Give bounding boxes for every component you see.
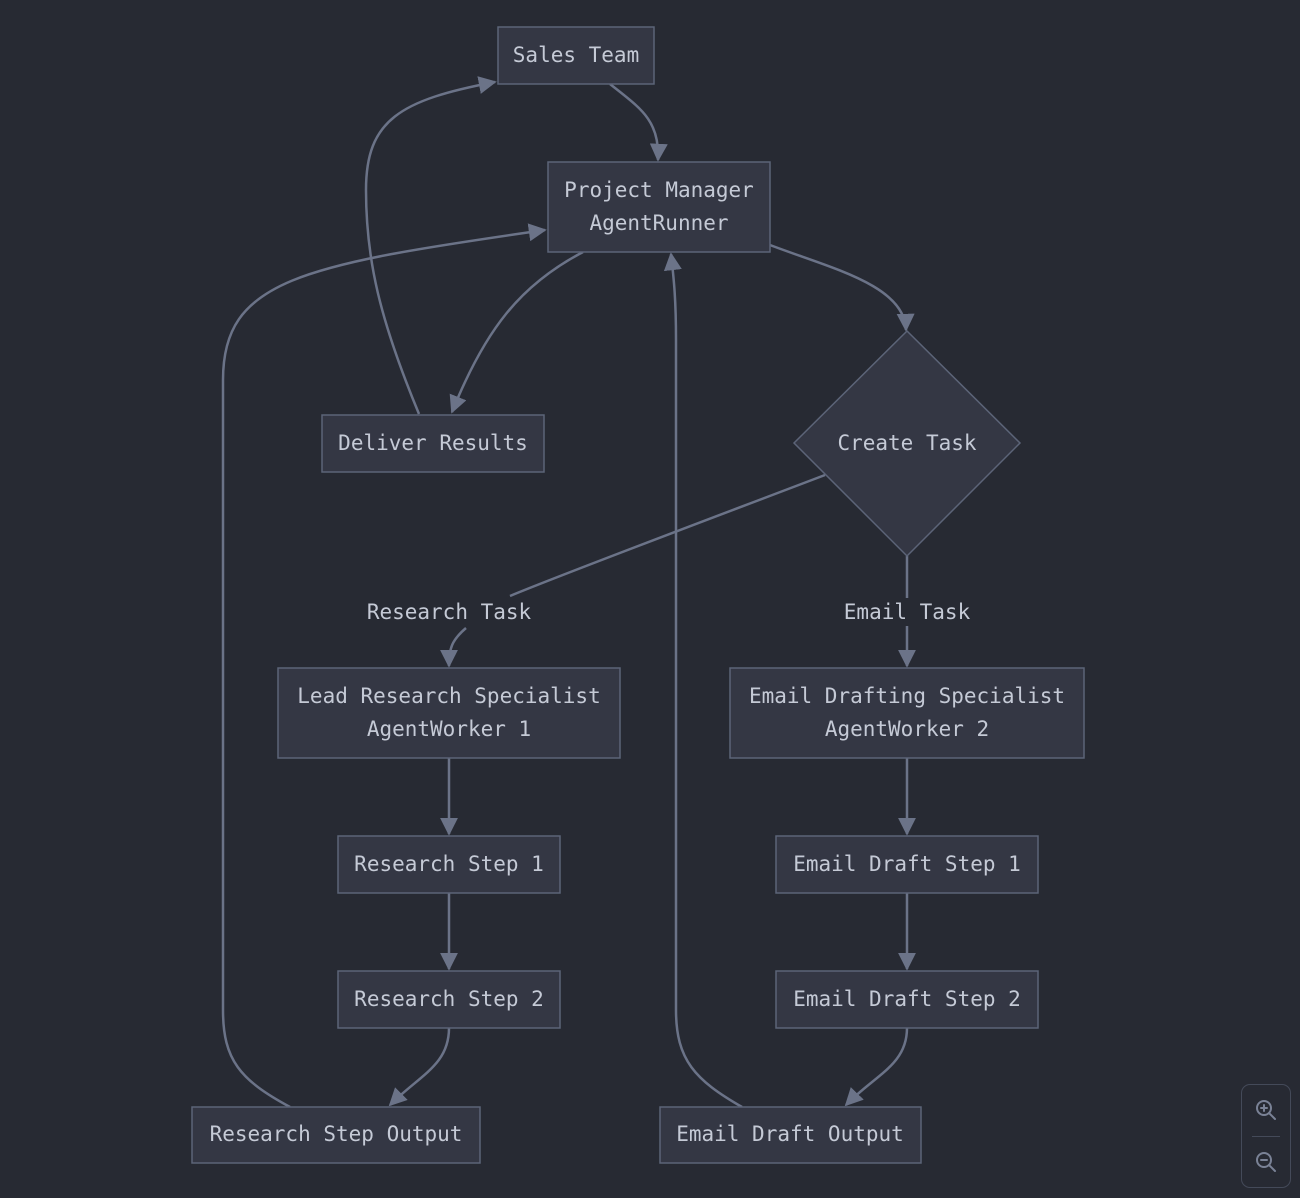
node-research-step-1[interactable]: Research Step 1: [337, 835, 561, 894]
node-label: Research Step 2: [354, 987, 544, 1011]
zoom-in-button[interactable]: [1242, 1085, 1290, 1135]
node-label: Sales Team: [513, 43, 639, 67]
node-email-drafting[interactable]: Email Drafting Specialist AgentWorker 2: [729, 667, 1085, 759]
node-lead-research[interactable]: Lead Research Specialist AgentWorker 1: [277, 667, 621, 759]
edge-pm-to-deliver: [449, 250, 584, 414]
edge-label-text: Email Task: [844, 600, 971, 624]
node-email-step-1[interactable]: Email Draft Step 1: [775, 835, 1039, 894]
zoom-in-icon: [1256, 1100, 1276, 1120]
node-sales-team[interactable]: Sales Team: [497, 26, 655, 85]
node-deliver-results[interactable]: Deliver Results: [321, 414, 545, 473]
zoom-out-button[interactable]: [1242, 1137, 1290, 1187]
node-sublabel: AgentRunner: [589, 211, 728, 235]
node-label: Deliver Results: [338, 431, 528, 455]
node-label: Research Step Output: [210, 1122, 463, 1146]
node-label: Lead Research Specialist: [297, 684, 600, 708]
node-sublabel: AgentWorker 2: [825, 717, 989, 741]
edge-rstep2-to-routput: [388, 1027, 451, 1107]
node-label: Email Drafting Specialist: [749, 684, 1065, 708]
node-create-task[interactable]: Create Task: [792, 329, 1022, 558]
node-research-step-2[interactable]: Research Step 2: [337, 970, 561, 1029]
node-sublabel: AgentWorker 1: [367, 717, 531, 741]
node-label: Project Manager: [564, 178, 754, 202]
node-research-output[interactable]: Research Step Output: [191, 1106, 481, 1164]
edge-sales-to-pm: [609, 83, 668, 162]
edge-label-email-task: Email Task: [844, 600, 971, 624]
node-project-manager[interactable]: Project Manager AgentRunner: [547, 161, 771, 253]
edge-label-research-task: Research Task: [367, 600, 532, 624]
node-label: Email Draft Step 2: [793, 987, 1021, 1011]
node-email-output[interactable]: Email Draft Output: [659, 1106, 922, 1164]
zoom-controls: [1241, 1084, 1291, 1188]
node-label: Create Task: [837, 431, 976, 455]
zoom-out-icon: [1256, 1152, 1276, 1172]
node-label: Research Step 1: [354, 852, 544, 876]
edge-estep2-to-eoutput: [844, 1027, 909, 1107]
node-label: Email Draft Output: [676, 1122, 904, 1146]
edge-create-to-research: [440, 473, 826, 668]
edge-label-text: Research Task: [367, 600, 532, 624]
flowchart: Research Task Email Task Sales Team Proj…: [191, 26, 1085, 1164]
edge-pm-to-create-task: [769, 243, 915, 332]
node-label: Email Draft Step 1: [793, 852, 1021, 876]
node-email-step-2[interactable]: Email Draft Step 2: [775, 970, 1039, 1029]
